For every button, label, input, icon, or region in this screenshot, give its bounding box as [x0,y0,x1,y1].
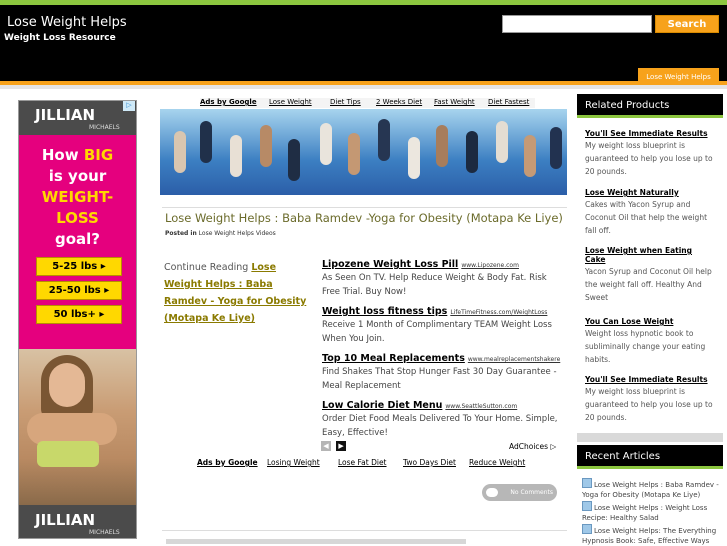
ad-link-reduce-weight[interactable]: Reduce Weight [469,458,525,467]
ad-link-fast-weight[interactable]: Fast Weight [434,98,475,106]
ad-header: JILLIAN MICHAELS ▷ [19,101,136,135]
post-header: Lose Weight Helps : Baba Ramdev -Yoga fo… [162,207,567,238]
comment-bubble-icon [486,488,498,497]
ad-link-lose-weight[interactable]: Lose Weight [269,98,312,106]
site-description: Weight Loss Resource [4,33,116,43]
product-desc: My weight loss blueprint is guaranteed t… [585,387,713,422]
next-post-title-cut[interactable] [166,539,466,544]
product-title[interactable]: Lose Weight when Eating Cake [585,246,715,264]
text-ad[interactable]: Low Calorie Diet Menu www.SeattleSutton.c… [322,393,567,440]
ad-footer-sub: MICHAELS [89,529,120,536]
recent-article-link[interactable]: Lose Weight Helps : Baba Ramdev -Yoga fo… [582,481,719,499]
ad-option-50-plus[interactable]: 50 lbs+ ▸ [36,305,122,324]
site-title[interactable]: Lose Weight Helps [7,15,127,30]
ad-brand-sub: MICHAELS [89,124,120,131]
next-arrow-icon[interactable]: ▶ [336,441,347,451]
ad-option-25-50[interactable]: 25-50 lbs ▸ [36,281,122,300]
recent-article-link[interactable]: Lose Weight Helps : Weight Loss Recipe: … [582,504,707,522]
ad-question-is-your: is your [48,167,107,185]
recent-article[interactable]: Lose Weight Helps : Weight Loss Recipe: … [582,501,722,523]
search-input[interactable] [502,15,652,33]
product-desc: Cakes with Yacon Syrup and Coconut Oil t… [585,200,708,235]
main-content: Ads by Google Lose Weight Diet Tips 2 We… [160,96,567,545]
ad-option-5-25[interactable]: 5-25 lbs ▸ [36,257,122,276]
ad-question-how: How [41,146,84,164]
ad-link-diet-fastest[interactable]: Diet Fastest [488,98,529,106]
product-title[interactable]: You'll See Immediate Results [585,129,715,138]
header-banner-image [160,109,567,195]
ad-link-diet-tips[interactable]: Diet Tips [330,98,361,106]
text-ad-title[interactable]: Lipozene Weight Loss Pill [322,259,458,270]
text-ad-url[interactable]: www.SeattleSutton.com [445,403,517,410]
ads-by-google-label[interactable]: Ads by Google [200,98,257,106]
text-ad-desc: Find Shakes That Stop Hunger Fast 30 Day… [322,367,557,391]
article-icon [582,501,592,511]
comments-label: No Comments [510,489,553,496]
text-ad-title[interactable]: Top 10 Meal Replacements [322,353,465,364]
recent-article[interactable]: Lose Weight Helps: The Everything Hypnos… [582,524,722,546]
ads-by-google-label[interactable]: Ads by Google [197,458,258,467]
prev-arrow-icon[interactable]: ◀ [321,441,331,451]
comments-button[interactable]: No Comments [482,484,557,501]
posted-in-label: Posted in [165,230,197,237]
product-desc: My weight loss blueprint is guaranteed t… [585,141,713,176]
text-ad-desc: Order Diet Food Meals Delivered To Your … [322,414,558,438]
text-ad[interactable]: Lipozene Weight Loss Pill www.Lipozene.co… [322,252,567,299]
ad-brand: JILLIAN [35,106,96,124]
text-ad[interactable]: Top 10 Meal Replacements www.mealreplacem… [322,346,567,393]
site-header: Lose Weight Helps Weight Loss Resource S… [0,5,727,86]
ad-question-goal: goal? [54,230,100,248]
recent-article-link[interactable]: Lose Weight Helps: The Everything Hypnos… [582,527,716,545]
nav-bar-shadow [0,85,727,89]
ad-link-two-days-diet[interactable]: Two Days Diet [403,458,456,467]
recent-articles-heading: Recent Articles [577,445,723,469]
text-ad-url[interactable]: LifeTimeFitness.com/WeightLoss [450,309,547,316]
product-item: Lose Weight Naturally Cakes with Yacon S… [585,188,715,237]
next-post-preview [162,530,567,546]
product-title[interactable]: You'll See Immediate Results [585,375,715,384]
ad-question-loss: LOSS [56,209,99,227]
adchoices-link[interactable]: AdChoices ▷ [509,442,556,451]
ad-question-big: BIG [83,146,114,164]
text-ad-url[interactable]: www.Lipozene.com [461,262,519,269]
ad-link-lose-fat-diet[interactable]: Lose Fat Diet [338,458,387,467]
ad-photo [19,349,136,505]
ad-link-2-weeks-diet[interactable]: 2 Weeks Diet [376,98,422,106]
continue-reading-prefix: Continue Reading [164,262,252,273]
text-ad-desc: As Seen On TV. Help Reduce Weight & Body… [322,273,547,297]
right-sidebar: Related Products You'll See Immediate Re… [577,94,723,545]
article-icon [582,478,592,488]
text-ad[interactable]: Weight loss fitness tips LifeTimeFitness.… [322,299,567,346]
text-ad-desc: Receive 1 Month of Complimentary TEAM We… [322,320,552,344]
text-ad-url[interactable]: www.mealreplacementshakere [468,356,560,363]
post-meta: Posted in Lose Weight Helps Videos [165,230,276,237]
adchoices-icon[interactable]: ▷ [123,101,135,111]
related-products-heading: Related Products [577,94,723,118]
ad-links-top: Ads by Google Lose Weight Diet Tips 2 We… [200,98,535,108]
product-desc: Yacon Syrup and Coconut Oil help the wei… [585,267,712,302]
text-ad-title[interactable]: Weight loss fitness tips [322,306,447,317]
post-title[interactable]: Lose Weight Helps : Baba Ramdev -Yoga fo… [165,211,563,225]
post-category-link[interactable]: Lose Weight Helps Videos [199,230,276,237]
product-item: Lose Weight when Eating Cake Yacon Syrup… [585,246,715,304]
ad-question-weight: WEIGHT- [41,188,114,206]
product-item: You'll See Immediate Results My weight l… [585,129,715,178]
product-item: You Can Lose Weight Weight loss hypnotic… [585,317,715,366]
recent-article[interactable]: Lose Weight Helps : Baba Ramdev -Yoga fo… [582,478,722,500]
ad-link-losing-weight[interactable]: Losing Weight [267,458,320,467]
ad-footer: JILLIAN MICHAELS [19,505,136,538]
ad-question: How BIG is your WEIGHT- LOSS goal? [25,145,130,250]
article-icon [582,524,592,534]
product-title[interactable]: You Can Lose Weight [585,317,715,326]
text-ad-title[interactable]: Low Calorie Diet Menu [322,400,442,411]
product-title[interactable]: Lose Weight Naturally [585,188,715,197]
jillian-michaels-ad[interactable]: JILLIAN MICHAELS ▷ How BIG is your WEIGH… [18,100,137,539]
sidebar-divider [577,433,723,442]
ad-footer-brand: JILLIAN [35,511,96,529]
continue-reading: Continue Reading Lose Weight Helps : Bab… [164,259,314,327]
search-button[interactable]: Search [655,15,719,33]
product-item: You'll See Immediate Results My weight l… [585,375,715,424]
product-desc: Weight loss hypnotic book to subliminall… [585,329,706,364]
